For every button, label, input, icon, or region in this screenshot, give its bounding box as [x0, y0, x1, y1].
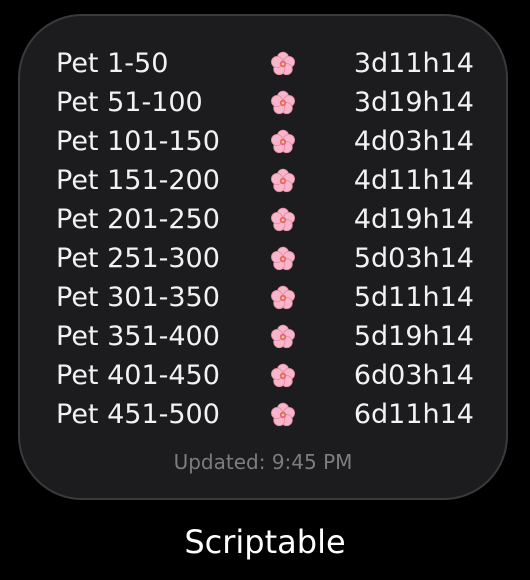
- list-item: Pet 101-150 4d03h14: [56, 122, 474, 161]
- pet-range-label: Pet 301-350: [56, 282, 220, 313]
- list-item: Pet 201-250 4d19h14: [56, 200, 474, 239]
- countdown-value: 3d19h14: [353, 87, 474, 118]
- cherry-blossom-icon: [271, 90, 295, 115]
- pet-range-label: Pet 1-50: [56, 48, 169, 79]
- countdown-value: 4d19h14: [353, 204, 474, 235]
- list-item: Pet 251-300 5d03h14: [56, 239, 474, 278]
- list-item: Pet 451-500 6d11h14: [56, 395, 474, 434]
- cherry-blossom-icon: [271, 168, 295, 193]
- cherry-blossom-icon: [271, 207, 295, 232]
- cherry-blossom-icon: [271, 129, 295, 154]
- cherry-blossom-icon: [271, 324, 295, 349]
- pet-range-label: Pet 251-300: [56, 243, 220, 274]
- pet-list: Pet 1-50 3d11h14 Pet 51-100 3d19h14 Pet 101-…: [56, 44, 474, 434]
- countdown-value: 3d11h14: [353, 48, 474, 79]
- updated-timestamp: Updated: 9:45 PM: [173, 450, 353, 474]
- cherry-blossom-icon: [271, 285, 295, 310]
- pet-range-label: Pet 201-250: [56, 204, 220, 235]
- list-item: Pet 1-50 3d11h14: [56, 44, 474, 83]
- pet-range-label: Pet 351-400: [56, 321, 220, 352]
- list-item: Pet 301-350 5d11h14: [56, 278, 474, 317]
- pet-range-label: Pet 151-200: [56, 165, 220, 196]
- cherry-blossom-icon: [271, 363, 295, 388]
- cherry-blossom-icon: [271, 246, 295, 271]
- countdown-value: 4d03h14: [353, 126, 474, 157]
- pet-range-label: Pet 101-150: [56, 126, 220, 157]
- cherry-blossom-icon: [271, 402, 295, 427]
- list-item: Pet 51-100 3d19h14: [56, 83, 474, 122]
- countdown-value: 6d11h14: [353, 399, 474, 430]
- countdown-value: 5d11h14: [353, 282, 474, 313]
- countdown-value: 5d03h14: [353, 243, 474, 274]
- list-item: Pet 151-200 4d11h14: [56, 161, 474, 200]
- countdown-value: 5d19h14: [353, 321, 474, 352]
- pet-range-label: Pet 401-450: [56, 360, 220, 391]
- cherry-blossom-icon: [271, 51, 295, 76]
- widget-app-name: Scriptable: [184, 523, 346, 561]
- countdown-value: 6d03h14: [353, 360, 474, 391]
- list-item: Pet 401-450 6d03h14: [56, 356, 474, 395]
- countdown-value: 4d11h14: [353, 165, 474, 196]
- list-item: Pet 351-400 5d19h14: [56, 317, 474, 356]
- pet-range-label: Pet 51-100: [56, 87, 203, 118]
- scriptable-widget[interactable]: Pet 1-50 3d11h14 Pet 51-100 3d19h14 Pet 101-…: [18, 14, 508, 500]
- pet-range-label: Pet 451-500: [56, 399, 220, 430]
